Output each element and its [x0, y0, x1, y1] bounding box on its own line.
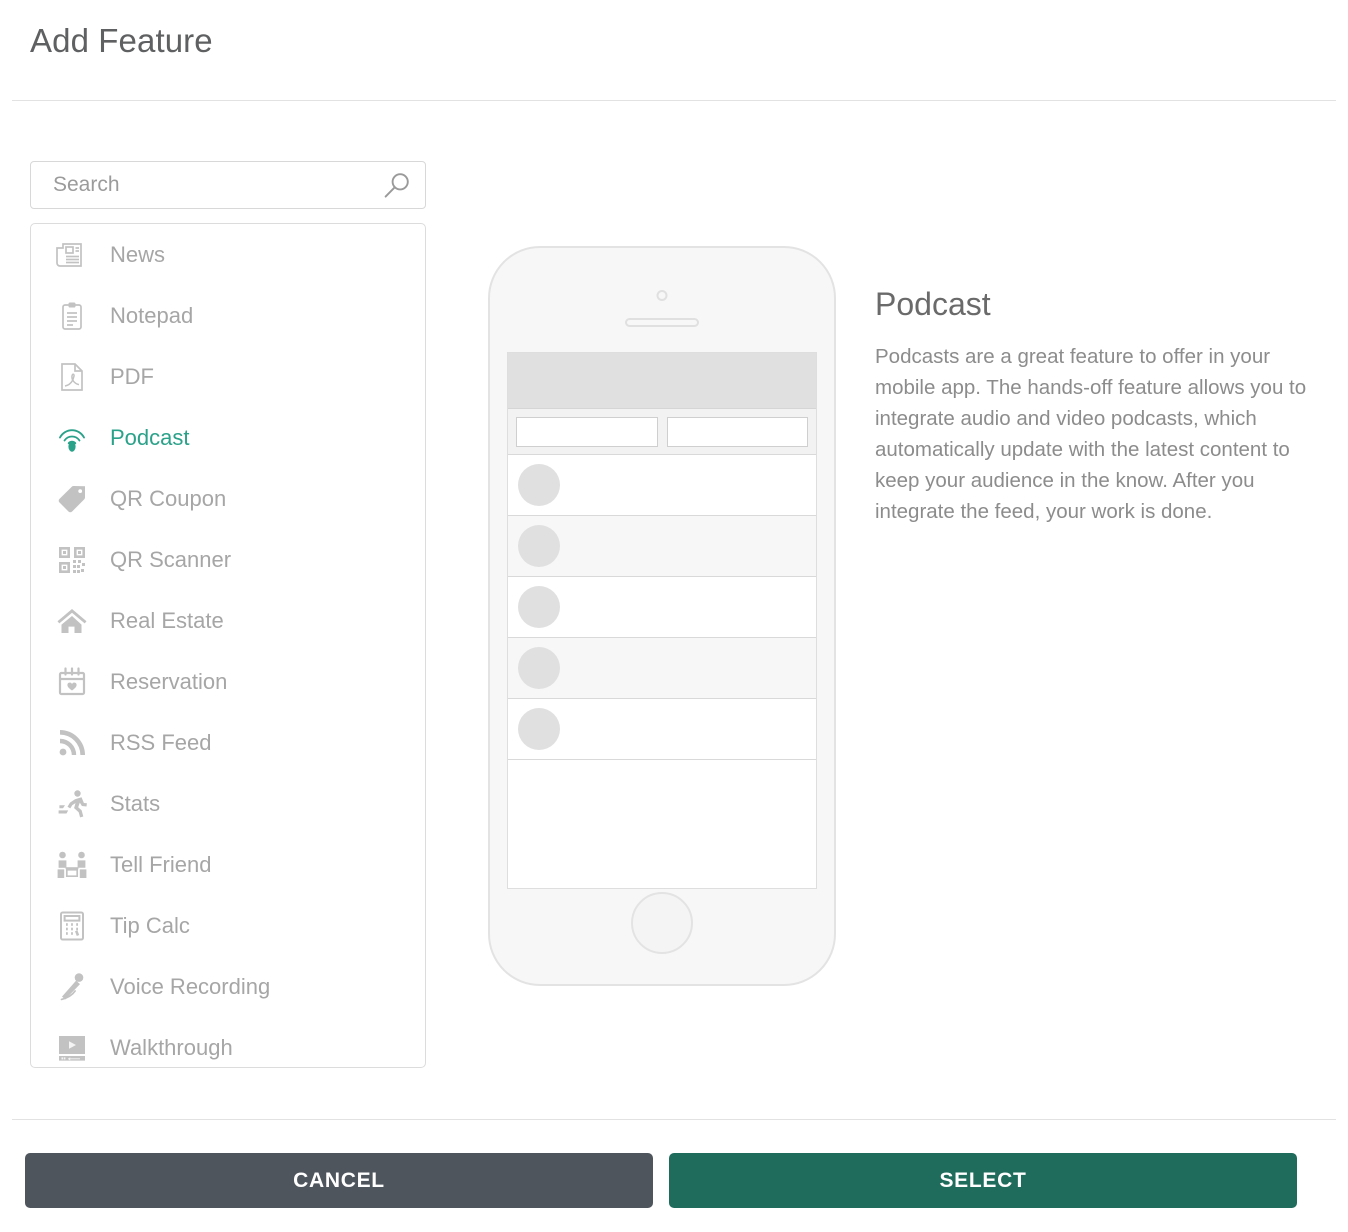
preview-list-row	[508, 577, 816, 638]
feature-label: Real Estate	[110, 607, 224, 633]
newspaper-icon	[52, 235, 92, 275]
feature-label: RSS Feed	[110, 729, 212, 755]
feature-item-real-estate[interactable]: Real Estate	[31, 590, 425, 651]
preview-list-row	[508, 699, 816, 760]
feature-label: PDF	[110, 363, 154, 389]
feature-item-qr-coupon[interactable]: QR Coupon	[31, 468, 425, 529]
preview-list-row	[508, 455, 816, 516]
pdf-document-icon	[52, 357, 92, 397]
preview-tab	[516, 416, 658, 447]
feature-item-stats[interactable]: Stats	[31, 773, 425, 834]
description-body: Podcasts are a great feature to offer in…	[875, 345, 1307, 523]
feature-item-walkthrough[interactable]: Walkthrough	[31, 1017, 425, 1068]
dialog-body: News Notepad	[0, 101, 1348, 1111]
cancel-button[interactable]: CANCEL	[25, 1153, 653, 1208]
preview-row-avatar	[518, 708, 560, 750]
calculator-icon	[52, 906, 92, 946]
dialog-header: Add Feature	[0, 0, 1348, 100]
preview-navbar	[508, 353, 816, 409]
feature-label: QR Coupon	[110, 485, 227, 511]
phone-screen	[507, 352, 817, 889]
page-title: Add Feature	[30, 22, 213, 59]
feature-label: Reservation	[110, 668, 228, 694]
phone-camera-icon	[656, 290, 668, 301]
preview-column	[480, 246, 840, 986]
video-player-icon	[52, 1028, 92, 1068]
preview-list-row	[508, 638, 816, 699]
preview-list-row	[508, 516, 816, 577]
calendar-heart-icon	[52, 662, 92, 702]
feature-list[interactable]: News Notepad PDF Podcast QR Coupon QR Sc…	[30, 223, 426, 1068]
feature-item-notepad[interactable]: Notepad	[31, 285, 425, 346]
podcast-icon	[52, 418, 92, 458]
feature-item-tip-calc[interactable]: Tip Calc	[31, 895, 425, 956]
description-column: Podcast Podcasts are a great feature to …	[875, 286, 1315, 527]
feature-item-tell-friend[interactable]: Tell Friend	[31, 834, 425, 895]
feature-label: Stats	[110, 790, 161, 816]
feature-label: Voice Recording	[110, 973, 271, 999]
preview-tab-bar	[508, 409, 816, 455]
runner-icon	[52, 784, 92, 824]
preview-tab	[666, 416, 808, 447]
preview-row-avatar	[518, 586, 560, 628]
preview-empty-area	[508, 760, 816, 880]
microphone-icon	[52, 967, 92, 1007]
footer-divider	[12, 1119, 1336, 1120]
feature-item-qr-scanner[interactable]: QR Scanner	[31, 529, 425, 590]
two-people-icon	[52, 845, 92, 885]
rss-icon	[52, 723, 92, 763]
preview-row-avatar	[518, 647, 560, 689]
phone-mockup	[488, 246, 836, 986]
feature-label: News	[110, 241, 166, 267]
clipboard-icon	[52, 296, 92, 336]
feature-item-reservation[interactable]: Reservation	[31, 651, 425, 712]
qr-code-icon	[52, 540, 92, 580]
feature-item-rss-feed[interactable]: RSS Feed	[31, 712, 425, 773]
feature-picker-column: News Notepad	[30, 161, 426, 1068]
search-input[interactable]	[31, 162, 425, 208]
feature-label: Walkthrough	[110, 1034, 233, 1060]
feature-label: Tip Calc	[110, 912, 190, 938]
feature-label: Tell Friend	[110, 851, 212, 877]
description-title: Podcast	[875, 286, 991, 322]
feature-item-pdf[interactable]: PDF	[31, 346, 425, 407]
search-box[interactable]	[30, 161, 426, 209]
tag-icon	[52, 479, 92, 519]
dialog-footer: CANCEL SELECT	[0, 1111, 1348, 1232]
phone-speaker-icon	[625, 318, 699, 327]
feature-item-news[interactable]: News	[31, 224, 425, 285]
house-icon	[52, 601, 92, 641]
feature-label: QR Scanner	[110, 546, 232, 572]
preview-row-avatar	[518, 464, 560, 506]
phone-home-button-icon	[631, 892, 693, 954]
feature-item-voice-recording[interactable]: Voice Recording	[31, 956, 425, 1017]
feature-label: Podcast	[110, 424, 190, 450]
preview-row-avatar	[518, 525, 560, 567]
feature-item-podcast[interactable]: Podcast	[31, 407, 425, 468]
feature-label: Notepad	[110, 302, 194, 328]
select-button[interactable]: SELECT	[669, 1153, 1297, 1208]
